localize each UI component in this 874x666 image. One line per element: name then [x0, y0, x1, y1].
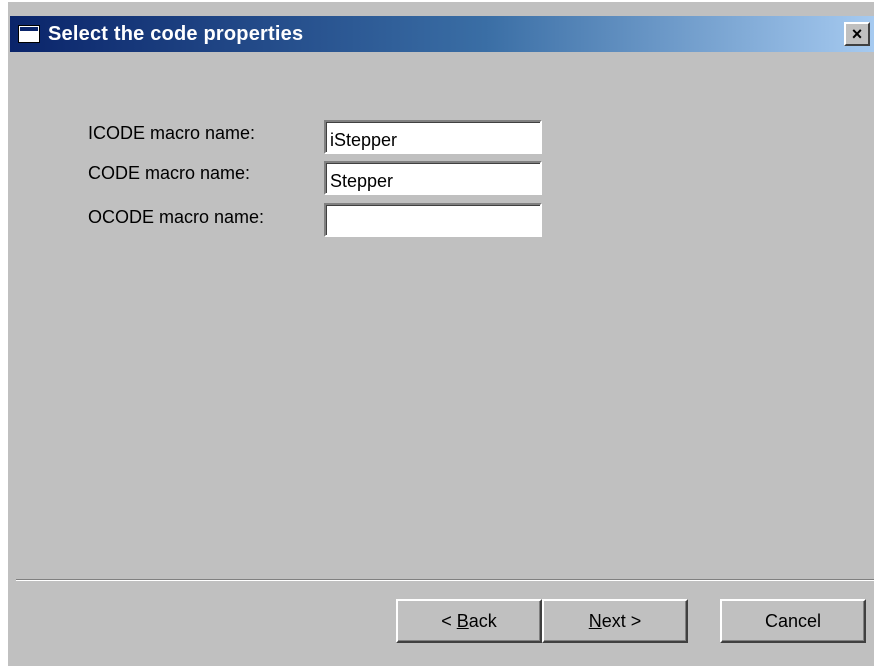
icode-macro-name-input[interactable] — [324, 120, 542, 154]
cancel-button-label: Cancel — [764, 610, 822, 631]
ocode-macro-name-input[interactable] — [324, 203, 542, 237]
next-button-label: ext > — [601, 610, 642, 631]
code-macro-name-input[interactable] — [324, 161, 542, 195]
ocode-macro-name-label: OCODE macro name: — [88, 207, 265, 227]
dialog-window: Select the code properties × ICODE macro… — [6, 0, 874, 666]
cancel-button[interactable]: Cancel — [720, 599, 866, 643]
icode-macro-name-label: ICODE macro name: — [88, 123, 256, 143]
code-macro-name-label: CODE macro name: — [88, 163, 251, 183]
window-icon — [18, 25, 40, 43]
next-button-mnemonic: N — [588, 610, 602, 631]
back-button-mnemonic: B — [456, 610, 469, 631]
next-button[interactable]: Next > — [542, 599, 688, 643]
footer-divider — [16, 579, 874, 581]
back-button-prefix: < — [441, 610, 457, 631]
back-button-label: ack — [468, 610, 497, 631]
back-button[interactable]: < Back — [396, 599, 542, 643]
close-button[interactable]: × — [844, 22, 870, 46]
window-title: Select the code properties — [48, 22, 304, 45]
title-bar[interactable]: Select the code properties × — [10, 16, 874, 52]
close-icon: × — [851, 24, 863, 44]
